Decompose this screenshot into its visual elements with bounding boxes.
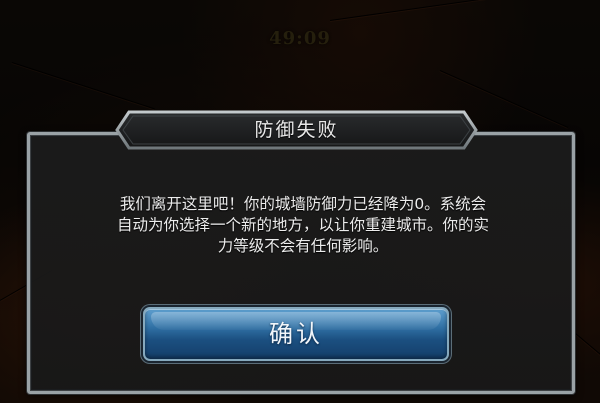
confirm-button[interactable]: 确认 [143, 307, 449, 361]
message-line: 力等级不会有任何影响。 [217, 237, 389, 255]
dialog-title-plate: 防御失败 [115, 110, 478, 150]
message-line: 我们离开这里吧！你的城墙防御力已经降为0。系统会 [119, 195, 487, 213]
dialog-title: 防御失败 [254, 119, 339, 141]
game-screen: 49:09 防御失败 我们离开这里吧！你的城墙防御力已经降为0。系统会 自动为你… [0, 0, 600, 403]
message-line: 自动为你选择一个新的地方，以让你重建城市。你的实 [116, 216, 489, 234]
confirm-button-label: 确认 [269, 320, 323, 348]
dialog-message: 我们离开这里吧！你的城墙防御力已经降为0。系统会 自动为你选择一个新的地方，以让… [60, 194, 546, 257]
